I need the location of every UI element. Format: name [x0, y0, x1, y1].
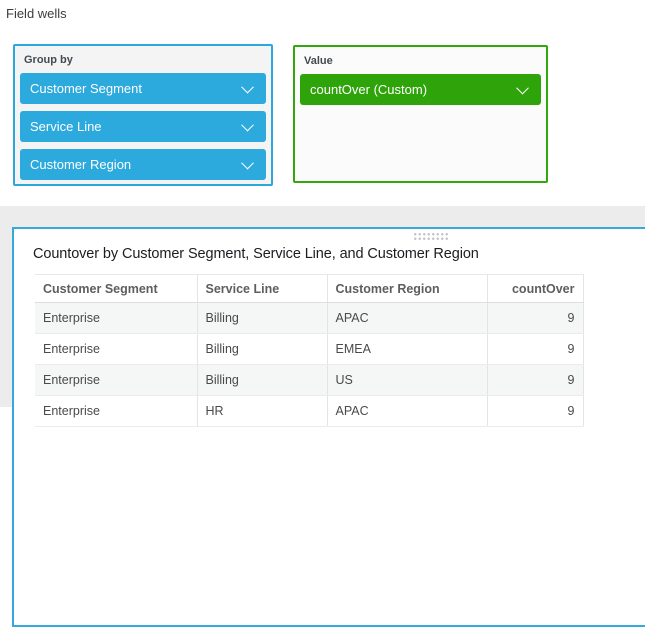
table-row[interactable]: Enterprise Billing US 9 [35, 365, 583, 396]
table-header-row: Customer Segment Service Line Customer R… [35, 275, 583, 303]
field-pill-customer-segment[interactable]: Customer Segment [20, 73, 266, 104]
chevron-down-icon[interactable] [516, 82, 529, 95]
column-header-service-line[interactable]: Service Line [197, 275, 327, 303]
cell-customer-region[interactable]: US [327, 365, 487, 396]
visual-title[interactable]: Countover by Customer Segment, Service L… [33, 246, 645, 262]
cell-countover[interactable]: 9 [487, 365, 583, 396]
page-title: Field wells [6, 6, 67, 21]
cell-customer-region[interactable]: EMEA [327, 334, 487, 365]
value-well-label: Value [304, 55, 541, 67]
table-row[interactable]: Enterprise Billing APAC 9 [35, 303, 583, 334]
field-pill-service-line[interactable]: Service Line [20, 111, 266, 142]
table-visual-panel[interactable]: Countover by Customer Segment, Service L… [12, 227, 645, 627]
field-pill-customer-region[interactable]: Customer Region [20, 149, 266, 180]
chevron-down-icon[interactable] [241, 157, 254, 170]
column-header-customer-region[interactable]: Customer Region [327, 275, 487, 303]
data-table: Customer Segment Service Line Customer R… [35, 274, 584, 427]
field-pill-countover[interactable]: countOver (Custom) [300, 74, 541, 105]
cell-service-line[interactable]: HR [197, 396, 327, 427]
cell-customer-segment[interactable]: Enterprise [35, 303, 197, 334]
cell-customer-segment[interactable]: Enterprise [35, 334, 197, 365]
field-pill-label: Customer Segment [30, 81, 142, 96]
drag-handle-icon[interactable] [413, 232, 449, 241]
group-by-well-label: Group by [24, 54, 266, 66]
cell-countover[interactable]: 9 [487, 303, 583, 334]
chevron-down-icon[interactable] [241, 119, 254, 132]
cell-countover[interactable]: 9 [487, 396, 583, 427]
cell-customer-segment[interactable]: Enterprise [35, 396, 197, 427]
column-header-countover[interactable]: countOver [487, 275, 583, 303]
cell-customer-region[interactable]: APAC [327, 303, 487, 334]
column-header-customer-segment[interactable]: Customer Segment [35, 275, 197, 303]
field-pill-label: Service Line [30, 119, 102, 134]
group-by-well[interactable]: Group by Customer Segment Service Line C… [13, 44, 273, 186]
cell-customer-segment[interactable]: Enterprise [35, 365, 197, 396]
chevron-down-icon[interactable] [241, 81, 254, 94]
cell-service-line[interactable]: Billing [197, 365, 327, 396]
value-well[interactable]: Value countOver (Custom) [293, 45, 548, 183]
table-row[interactable]: Enterprise HR APAC 9 [35, 396, 583, 427]
table-row[interactable]: Enterprise Billing EMEA 9 [35, 334, 583, 365]
cell-customer-region[interactable]: APAC [327, 396, 487, 427]
field-pill-label: countOver (Custom) [310, 82, 427, 97]
cell-service-line[interactable]: Billing [197, 303, 327, 334]
cell-service-line[interactable]: Billing [197, 334, 327, 365]
field-pill-label: Customer Region [30, 157, 131, 172]
cell-countover[interactable]: 9 [487, 334, 583, 365]
